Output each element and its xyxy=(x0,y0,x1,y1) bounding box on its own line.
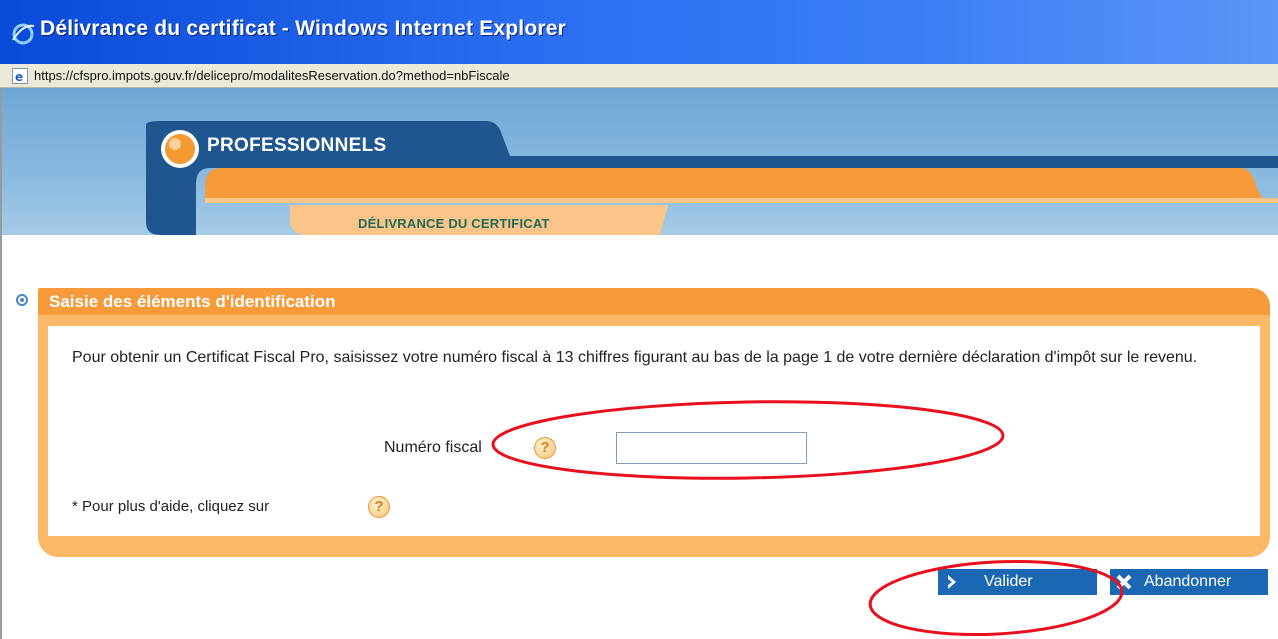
validate-button-label: Valider xyxy=(984,573,1033,590)
banner-title: PROFESSIONNELS xyxy=(207,135,387,156)
help-text: * Pour plus d'aide, cliquez sur xyxy=(72,498,270,515)
fiscal-number-label: Numéro fiscal xyxy=(384,439,482,456)
help-question-icon[interactable]: ? xyxy=(534,437,556,459)
section-title: Saisie des éléments d'identification xyxy=(49,292,336,311)
abandon-button-label: Abandonner xyxy=(1144,573,1232,590)
identification-panel: Pour obtenir un Certificat Fiscal Pro, s… xyxy=(38,315,1270,557)
panel-content: Pour obtenir un Certificat Fiscal Pro, s… xyxy=(48,326,1260,536)
section-bullet-icon xyxy=(16,294,28,306)
banner-subtitle: DÉLIVRANCE DU CERTIFICAT xyxy=(358,216,550,231)
annotation-ellipse-button xyxy=(868,559,1124,637)
intro-text: Pour obtenir un Certificat Fiscal Pro, s… xyxy=(72,349,1198,366)
help-question-icon[interactable]: ? xyxy=(368,496,390,518)
arrow-right-icon xyxy=(948,575,956,589)
validate-button[interactable]: Valider xyxy=(938,569,1097,595)
abandon-button[interactable]: Abandonner xyxy=(1110,569,1268,595)
banner-decoration xyxy=(2,121,1278,245)
close-x-icon xyxy=(1116,574,1132,590)
fiscal-number-input[interactable] xyxy=(616,432,807,464)
section-header: Saisie des éléments d'identification xyxy=(38,288,1270,315)
